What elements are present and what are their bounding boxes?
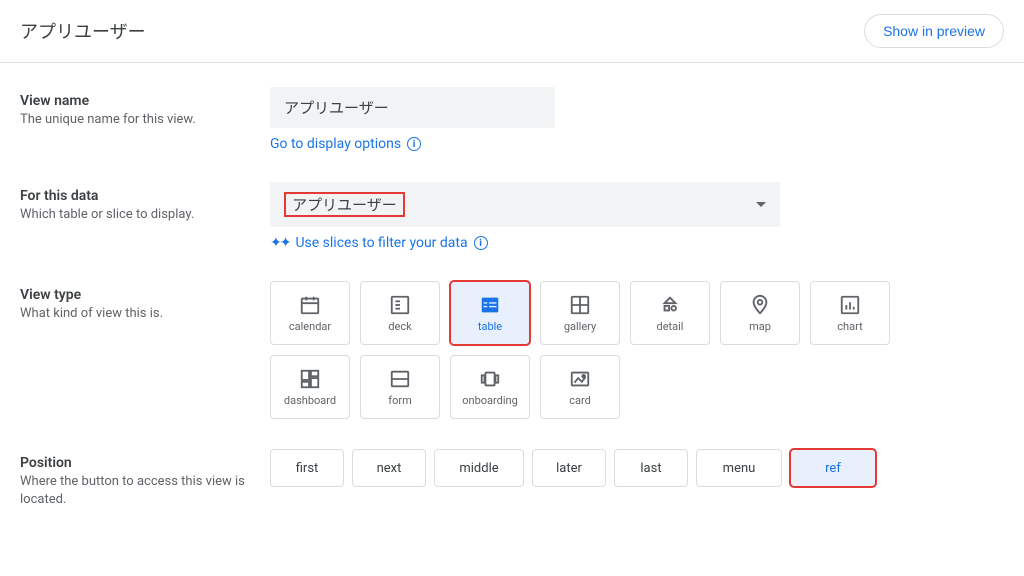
form-icon [389, 368, 411, 390]
sparkle-icon: ✦✦ [270, 235, 289, 251]
tile-label: card [569, 394, 591, 407]
use-slices-link[interactable]: Use slices to filter your data [295, 235, 467, 251]
tile-label: onboarding [462, 394, 518, 407]
detail-icon [659, 294, 681, 316]
position-desc: Where the button to access this view is … [20, 473, 270, 509]
view-type-tiles: calendar deck table [270, 281, 970, 419]
tile-label: gallery [564, 320, 596, 333]
calendar-icon [299, 294, 321, 316]
tile-card[interactable]: card [540, 355, 620, 419]
table-icon [479, 294, 501, 316]
tile-calendar[interactable]: calendar [270, 281, 350, 345]
tile-detail[interactable]: detail [630, 281, 710, 345]
pos-ref[interactable]: ref [790, 449, 876, 487]
position-label: Position [20, 455, 270, 471]
view-type-desc: What kind of view this is. [20, 305, 270, 323]
tile-label: chart [837, 320, 862, 333]
info-icon[interactable]: i [474, 236, 488, 250]
pos-first[interactable]: first [270, 449, 344, 487]
tile-map[interactable]: map [720, 281, 800, 345]
row-view-type: View type What kind of view this is. cal… [20, 281, 1004, 419]
card-icon [569, 368, 591, 390]
tile-label: deck [388, 320, 411, 333]
position-buttons: first next middle later last menu ref [270, 449, 1004, 487]
pos-middle[interactable]: middle [434, 449, 524, 487]
tile-label: detail [657, 320, 684, 333]
chevron-down-icon [756, 202, 766, 207]
header: アプリユーザー Show in preview [0, 0, 1024, 63]
tile-dashboard[interactable]: dashboard [270, 355, 350, 419]
pos-menu[interactable]: menu [696, 449, 782, 487]
tile-label: dashboard [284, 394, 336, 407]
tile-table[interactable]: table [450, 281, 530, 345]
tile-label: form [388, 394, 411, 407]
display-options-link[interactable]: Go to display options [270, 136, 401, 152]
row-position: Position Where the button to access this… [20, 449, 1004, 509]
view-name-label: View name [20, 93, 270, 109]
gallery-icon [569, 294, 591, 316]
chart-icon [839, 294, 861, 316]
pos-last[interactable]: last [614, 449, 688, 487]
tile-onboarding[interactable]: onboarding [450, 355, 530, 419]
tile-gallery[interactable]: gallery [540, 281, 620, 345]
map-pin-icon [749, 294, 771, 316]
dashboard-icon [299, 368, 321, 390]
info-icon[interactable]: i [407, 137, 421, 151]
view-name-desc: The unique name for this view. [20, 111, 270, 129]
for-data-value: アプリユーザー [286, 194, 403, 216]
tile-form[interactable]: form [360, 355, 440, 419]
pos-later[interactable]: later [532, 449, 606, 487]
deck-icon [389, 294, 411, 316]
onboarding-icon [479, 368, 501, 390]
page-title: アプリユーザー [20, 18, 146, 44]
tile-label: map [749, 320, 771, 333]
for-data-select[interactable]: アプリユーザー [270, 182, 780, 227]
show-in-preview-button[interactable]: Show in preview [864, 14, 1004, 48]
tile-deck[interactable]: deck [360, 281, 440, 345]
tile-label: table [478, 320, 502, 333]
view-name-input[interactable] [270, 87, 555, 128]
for-data-label: For this data [20, 188, 270, 204]
row-view-name: View name The unique name for this view.… [20, 87, 1004, 152]
tile-label: calendar [289, 320, 331, 333]
content: View name The unique name for this view.… [0, 63, 1024, 533]
view-type-label: View type [20, 287, 270, 303]
for-data-desc: Which table or slice to display. [20, 206, 270, 224]
tile-chart[interactable]: chart [810, 281, 890, 345]
row-for-data: For this data Which table or slice to di… [20, 182, 1004, 251]
pos-next[interactable]: next [352, 449, 426, 487]
